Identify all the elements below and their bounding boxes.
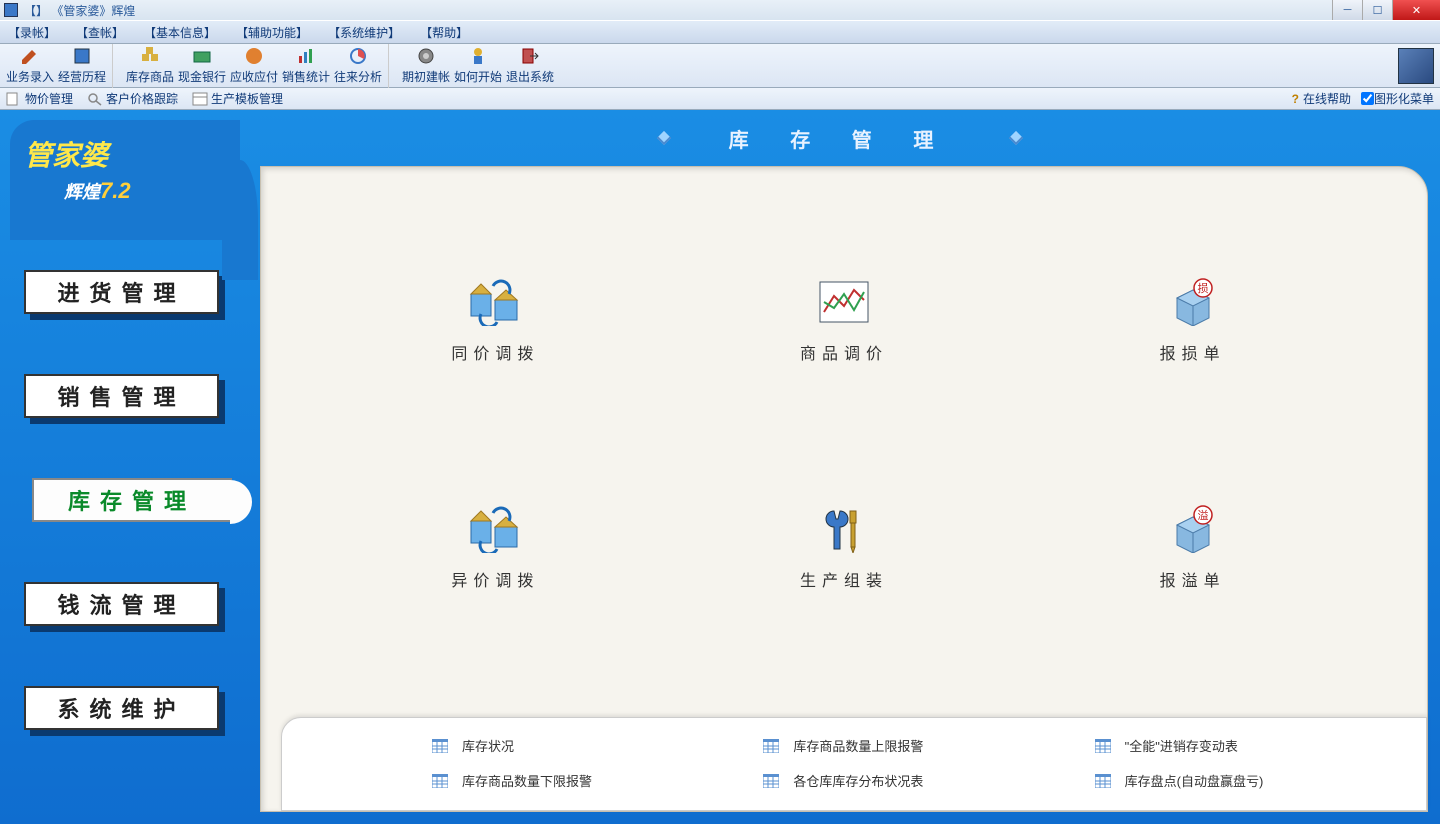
- tb2-production-tmpl[interactable]: 生产模板管理: [192, 90, 283, 107]
- report-lower-alarm[interactable]: 库存商品数量下限报警: [432, 771, 723, 790]
- tb-inventory[interactable]: 库存商品: [124, 44, 176, 88]
- logo-subtitle: 辉煌7.2: [64, 178, 226, 204]
- grid-icon: [432, 739, 448, 753]
- tb-receivables[interactable]: 应收应付: [228, 44, 280, 88]
- report-stock-status[interactable]: 库存状况: [432, 736, 723, 755]
- svg-text:损: 损: [1197, 281, 1208, 295]
- menubar: 【录帐】 【查帐】 【基本信息】 【辅助功能】 【系统维护】 【帮助】: [0, 20, 1440, 44]
- menu-record[interactable]: 【录帐】: [8, 24, 56, 41]
- doc-icon: [6, 92, 22, 106]
- search-icon: [87, 92, 103, 106]
- menu-sysmaint[interactable]: 【系统维护】: [328, 24, 400, 41]
- reports-panel: 库存状况 库存商品数量上限报警 "全能"进销存变动表 库存商品数量下限报警 各仓…: [281, 717, 1427, 811]
- handshake-icon: [244, 46, 264, 66]
- grid-icon: [763, 739, 779, 753]
- tb-howto[interactable]: 如何开始: [452, 44, 504, 88]
- price-chart-icon: [816, 278, 872, 326]
- nav-purchase[interactable]: 进货管理: [24, 270, 219, 314]
- tb-business-entry[interactable]: 业务录入: [4, 44, 56, 88]
- exit-icon: [520, 46, 540, 66]
- sidebar: 管家婆 辉煌7.2 进货管理 销售管理 库存管理 钱流管理 系统维护: [10, 120, 255, 820]
- warehouse-transfer-icon: [467, 505, 523, 553]
- nav-sales[interactable]: 销售管理: [24, 374, 219, 418]
- money-icon: [192, 46, 212, 66]
- menu-query[interactable]: 【查帐】: [76, 24, 124, 41]
- tb-cash-bank[interactable]: 现金银行: [176, 44, 228, 88]
- boxes-icon: [140, 46, 160, 66]
- logo-title: 管家婆: [24, 134, 226, 174]
- menu-basic-info[interactable]: 【基本信息】: [144, 24, 216, 41]
- item-label: 报损单: [1160, 340, 1226, 364]
- nav-sysmaint[interactable]: 系统维护: [24, 686, 219, 730]
- report-upper-alarm[interactable]: 库存商品数量上限报警: [763, 736, 1054, 755]
- toolbar-secondary: 物价管理 客户价格跟踪 生产模板管理 ? 在线帮助 图形化菜单: [0, 88, 1440, 110]
- report-warehouse-dist[interactable]: 各仓库库存分布状况表: [763, 771, 1054, 790]
- item-diff-price-transfer[interactable]: 异价调拨: [321, 434, 670, 661]
- grid-icon: [1095, 774, 1111, 788]
- grid-icon: [1095, 739, 1111, 753]
- item-label: 商品调价: [800, 340, 888, 364]
- main-area: 库 存 管 理 管家婆 辉煌7.2 进货管理 销售管理 库存管理 钱流管理 系统…: [0, 110, 1440, 824]
- menu-help[interactable]: 【帮助】: [420, 24, 468, 41]
- window-controls: ─ ☐ ✕: [1332, 0, 1440, 20]
- item-label: 同价调拨: [451, 340, 539, 364]
- online-help-link[interactable]: 在线帮助: [1303, 90, 1351, 107]
- item-label: 生产组装: [800, 567, 888, 591]
- item-production[interactable]: 生产组装: [670, 434, 1019, 661]
- page-title: 库 存 管 理: [729, 124, 952, 153]
- close-button[interactable]: ✕: [1392, 0, 1440, 20]
- tb-exit[interactable]: 退出系统: [504, 44, 556, 88]
- damage-box-icon: 损: [1165, 278, 1221, 326]
- item-price-adjust[interactable]: 商品调价: [670, 207, 1019, 434]
- content-panel: 同价调拨 商品调价 损 报损单 异价调拨 生产组装: [260, 166, 1428, 812]
- logo: 管家婆 辉煌7.2: [10, 120, 240, 240]
- graph-menu-toggle[interactable]: 图形化菜单: [1361, 90, 1434, 107]
- tb-contacts[interactable]: 往来分析: [332, 44, 384, 88]
- nav-inventory[interactable]: 库存管理: [32, 478, 232, 522]
- grid-icon: [432, 774, 448, 788]
- item-overflow-report[interactable]: 溢 报溢单: [1018, 434, 1367, 661]
- help-icon: ?: [1292, 92, 1299, 106]
- tb2-customer-price[interactable]: 客户价格跟踪: [87, 90, 178, 107]
- menu-aux[interactable]: 【辅助功能】: [236, 24, 308, 41]
- nav-money[interactable]: 钱流管理: [24, 582, 219, 626]
- tb2-price-mgmt[interactable]: 物价管理: [6, 90, 73, 107]
- tools-icon: [816, 505, 872, 553]
- diamond-icon: [657, 131, 671, 145]
- barchart-icon: [296, 46, 316, 66]
- app-cube-icon: [1398, 48, 1434, 84]
- svg-text:溢: 溢: [1197, 508, 1208, 522]
- nav-buttons: 进货管理 销售管理 库存管理 钱流管理 系统维护: [10, 270, 255, 730]
- book-icon: [72, 46, 92, 66]
- report-stock-count[interactable]: 库存盘点(自动盘赢盘亏): [1095, 771, 1386, 790]
- item-same-price-transfer[interactable]: 同价调拨: [321, 207, 670, 434]
- template-icon: [192, 92, 208, 106]
- tb-sales-stat[interactable]: 销售统计: [280, 44, 332, 88]
- maximize-button[interactable]: ☐: [1362, 0, 1392, 20]
- gear-icon: [416, 46, 436, 66]
- pencil-icon: [20, 46, 40, 66]
- item-label: 报溢单: [1160, 567, 1226, 591]
- titlebar: 【】 《管家婆》辉煌 ─ ☐ ✕: [0, 0, 1440, 20]
- person-icon: [468, 46, 488, 66]
- item-label: 异价调拨: [451, 567, 539, 591]
- warehouse-transfer-icon: [467, 278, 523, 326]
- report-all-change[interactable]: "全能"进销存变动表: [1095, 736, 1386, 755]
- minimize-button[interactable]: ─: [1332, 0, 1362, 20]
- grid-icon: [763, 774, 779, 788]
- item-damage-report[interactable]: 损 报损单: [1018, 207, 1367, 434]
- diamond-icon: [1009, 131, 1023, 145]
- app-icon: [4, 3, 18, 17]
- tb-history[interactable]: 经营历程: [56, 44, 108, 88]
- icon-grid: 同价调拨 商品调价 损 报损单 异价调拨 生产组装: [321, 207, 1367, 661]
- toolbar-main: 业务录入 经营历程 库存商品 现金银行 应收应付 销售统计 往来分析 期初建帐 …: [0, 44, 1440, 88]
- tb-initial[interactable]: 期初建帐: [400, 44, 452, 88]
- app-title: 【】 《管家婆》辉煌: [24, 2, 135, 19]
- page-header: 库 存 管 理: [250, 114, 1430, 162]
- analysis-icon: [348, 46, 368, 66]
- overflow-box-icon: 溢: [1165, 505, 1221, 553]
